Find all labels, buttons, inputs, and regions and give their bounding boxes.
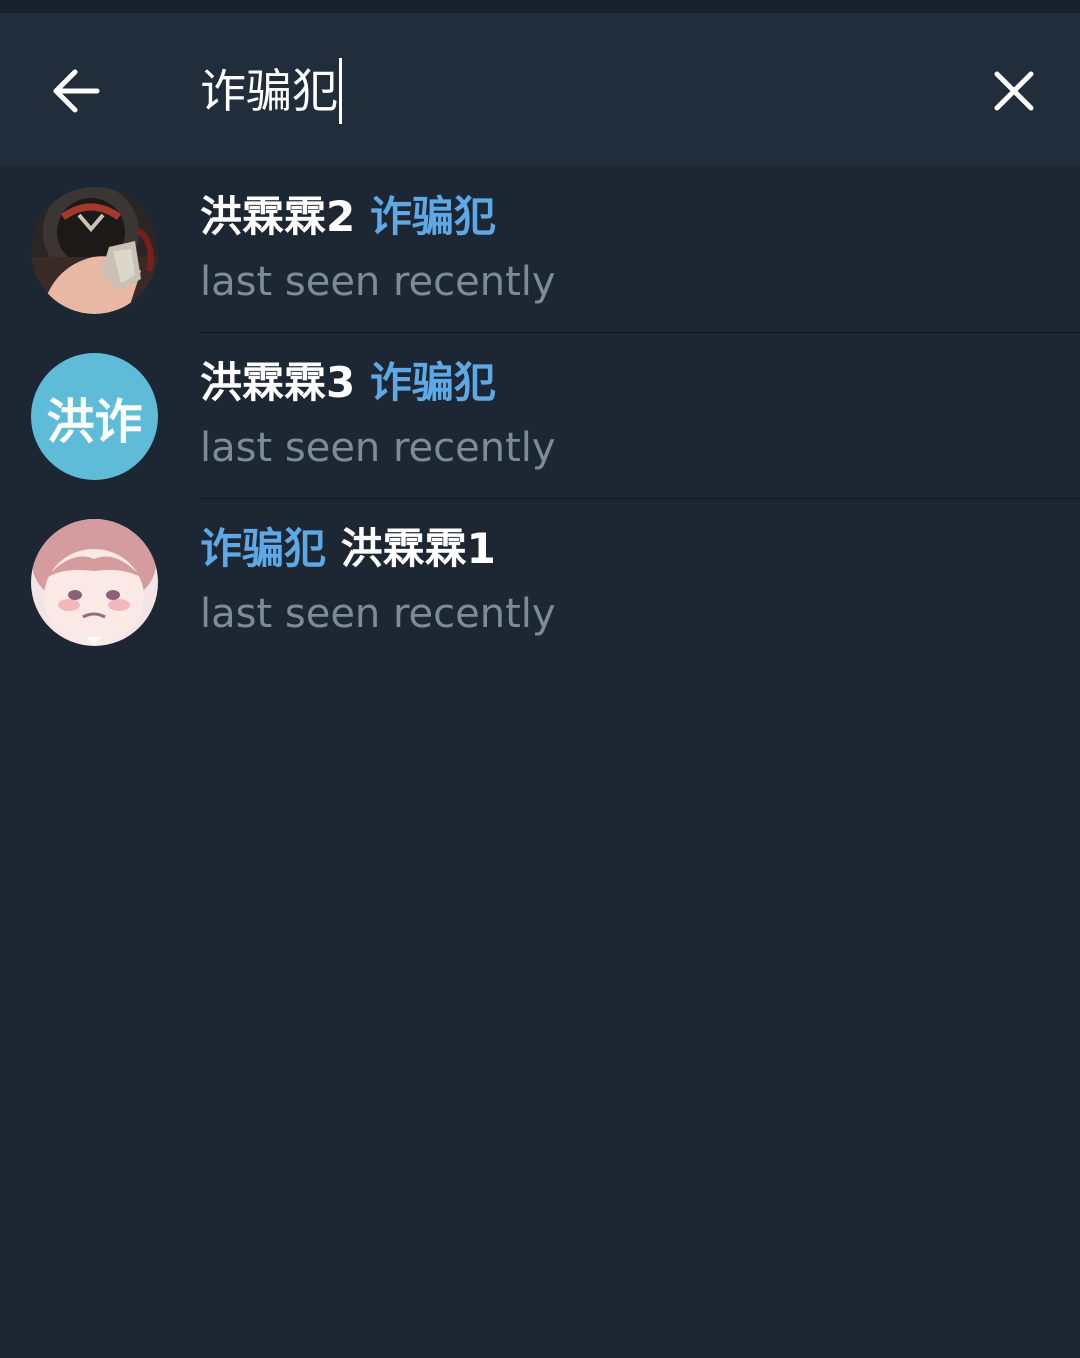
close-icon: [994, 71, 1034, 111]
avatar-initials: 洪诈: [46, 393, 143, 450]
name-part: 洪霖霖2: [200, 192, 356, 241]
status-bar: [0, 0, 1080, 13]
name-highlight: 诈骗犯: [369, 358, 496, 407]
last-seen-status: last seen recently: [200, 425, 556, 471]
back-button[interactable]: [36, 53, 116, 129]
arrow-left-icon: [53, 69, 100, 113]
search-result-item[interactable]: 洪诈 洪霖霖3 诈骗犯 last seen recently: [0, 333, 1080, 499]
contact-name: 洪霖霖2 诈骗犯: [200, 189, 496, 245]
search-result-item[interactable]: 洪霖霖2 诈骗犯 last seen recently: [0, 167, 1080, 333]
car-interior-photo-icon: [31, 187, 158, 314]
name-part: 洪霖霖1: [340, 524, 496, 573]
clear-search-button[interactable]: [974, 53, 1054, 129]
search-results-list: 洪霖霖2 诈骗犯 last seen recently 洪诈 洪霖霖3 诈骗犯 …: [0, 167, 1080, 665]
text-cursor: [339, 58, 342, 124]
search-query-text: 诈骗犯: [200, 64, 338, 118]
contact-name: 诈骗犯 洪霖霖1: [200, 521, 496, 577]
contact-name: 洪霖霖3 诈骗犯: [200, 355, 496, 411]
last-seen-status: last seen recently: [200, 259, 556, 305]
search-input[interactable]: 诈骗犯: [200, 53, 900, 129]
avatar[interactable]: [31, 519, 158, 646]
name-highlight: 诈骗犯: [200, 524, 327, 573]
search-toolbar: 诈骗犯: [0, 13, 1080, 167]
avatar[interactable]: 洪诈: [31, 353, 158, 480]
avatar[interactable]: [31, 187, 158, 314]
anime-child-avatar-icon: [31, 519, 158, 646]
name-highlight: 诈骗犯: [369, 192, 496, 241]
search-result-item[interactable]: 诈骗犯 洪霖霖1 last seen recently: [0, 499, 1080, 665]
name-part: 洪霖霖3: [200, 358, 356, 407]
last-seen-status: last seen recently: [200, 591, 556, 637]
